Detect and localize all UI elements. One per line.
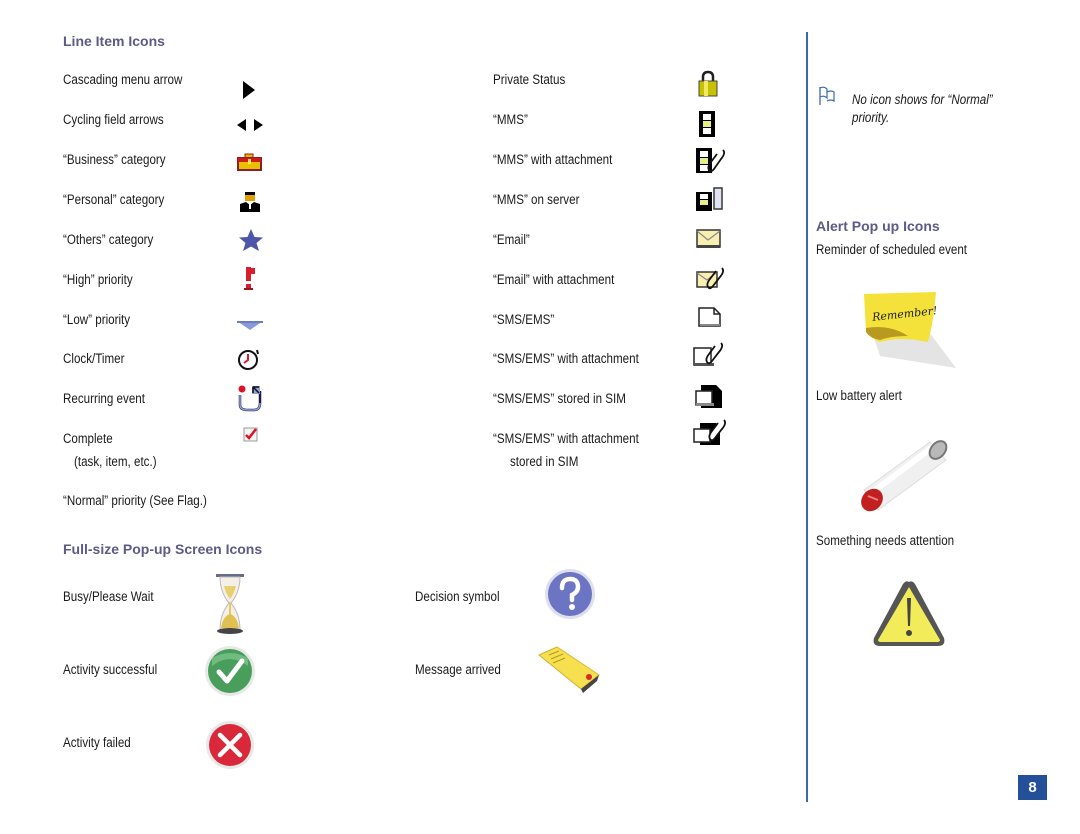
lock-icon — [698, 70, 718, 97]
label-sms: “SMS/EMS” — [493, 312, 555, 327]
label-low-priority: “Low” priority — [63, 312, 131, 327]
label-sms-attachment-sim-sub: stored in SIM — [510, 454, 579, 469]
label-sms-attachment: “SMS/EMS” with attachment — [493, 351, 639, 366]
label-others-category: “Others” category — [63, 232, 154, 247]
sms-icon — [698, 307, 721, 327]
clock-icon — [238, 349, 259, 370]
email-icon — [696, 229, 721, 248]
label-personal-category: “Personal” category — [63, 192, 165, 207]
label-normal-priority: “Normal” priority (See Flag.) — [63, 493, 207, 508]
sms-sim-icon — [695, 385, 722, 408]
sms-attachment-icon — [693, 342, 724, 366]
section-heading-fullsize-icons: Full-size Pop-up Screen Icons — [63, 541, 263, 557]
label-activity-successful: Activity successful — [63, 662, 158, 677]
section-heading-line-item-icons: Line Item Icons — [63, 33, 165, 49]
label-email: “Email” — [493, 232, 530, 247]
label-mms-server: “MMS” on server — [493, 192, 580, 207]
briefcase-icon — [237, 153, 262, 171]
star-icon — [239, 229, 263, 251]
label-cascading-menu-arrow: Cascading menu arrow — [63, 72, 183, 87]
label-high-priority: “High” priority — [63, 272, 133, 287]
recurring-icon — [238, 385, 262, 412]
hourglass-icon — [216, 574, 244, 634]
mms-attachment-icon — [696, 148, 726, 173]
label-cycling-field-arrows: Cycling field arrows — [63, 112, 164, 127]
label-mms: “MMS” — [493, 112, 528, 127]
label-decision-symbol: Decision symbol — [415, 589, 500, 604]
note-text-line1: No icon shows for “Normal” — [852, 92, 993, 107]
person-icon — [240, 192, 260, 212]
label-low-battery: Low battery alert — [816, 388, 902, 403]
label-activity-failed: Activity failed — [63, 735, 131, 750]
section-heading-alert-icons: Alert Pop up Icons — [816, 218, 940, 234]
label-sms-attachment-sim: “SMS/EMS” with attachment — [493, 431, 639, 446]
label-busy-please-wait: Busy/Please Wait — [63, 589, 154, 604]
label-mms-attachment: “MMS” with attachment — [493, 152, 613, 167]
page-number: 8 — [1018, 775, 1047, 800]
column-divider — [806, 32, 808, 802]
label-complete-sub: (task, item, etc.) — [74, 454, 157, 469]
label-reminder: Reminder of scheduled event — [816, 242, 968, 257]
note-text-line2: priority. — [852, 110, 890, 125]
checkbox-icon — [243, 427, 258, 442]
mms-icon — [699, 111, 715, 137]
label-needs-attention: Something needs attention — [816, 533, 955, 548]
label-message-arrived: Message arrived — [415, 662, 501, 677]
label-complete: Complete — [63, 431, 113, 446]
question-icon — [545, 569, 595, 619]
label-private-status: Private Status — [493, 72, 566, 87]
label-email-attachment: “Email” with attachment — [493, 272, 615, 287]
message-envelope-icon — [538, 646, 600, 693]
low-priority-icon — [237, 321, 263, 330]
label-business-category: “Business” category — [63, 152, 166, 167]
sms-attachment-sim-icon — [693, 419, 727, 445]
label-recurring-event: Recurring event — [63, 391, 145, 406]
label-sms-sim: “SMS/EMS” stored in SIM — [493, 391, 626, 406]
high-priority-icon — [244, 267, 255, 290]
label-clock-timer: Clock/Timer — [63, 351, 125, 366]
email-attachment-icon — [696, 267, 725, 290]
cycling-arrows-icon — [237, 119, 263, 131]
success-check-icon — [205, 646, 255, 696]
flag-icon — [819, 86, 835, 105]
mms-server-icon — [696, 187, 723, 211]
battery-icon — [861, 440, 948, 512]
sticky-note-icon: Remember! — [864, 292, 956, 368]
failed-x-icon — [206, 721, 254, 769]
cascading-arrow-icon — [243, 81, 255, 99]
warning-icon — [873, 581, 945, 646]
